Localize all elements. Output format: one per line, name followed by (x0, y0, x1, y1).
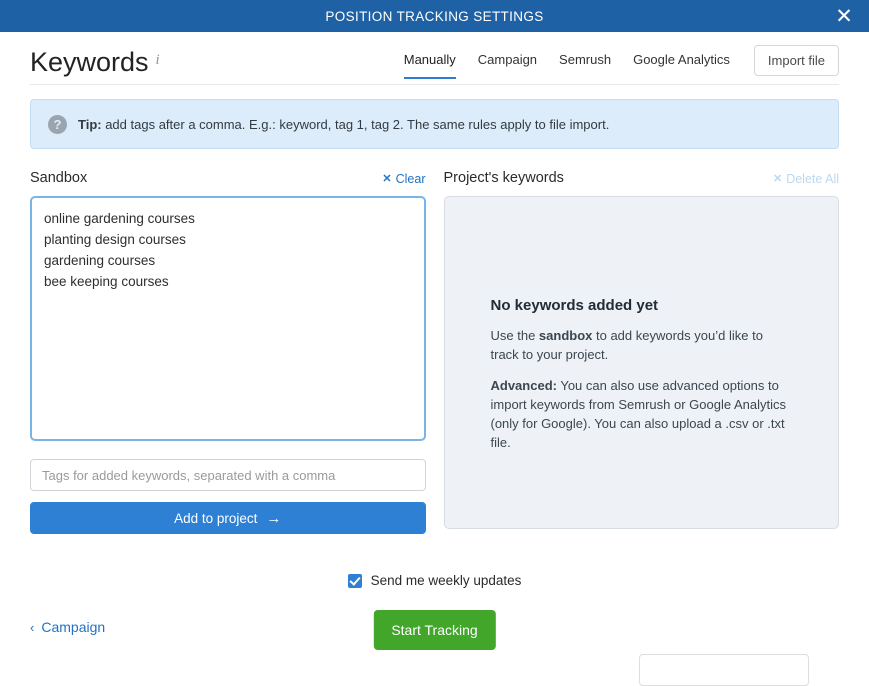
keywords-header: Keywords i Manually Campaign Semrush Goo… (30, 32, 839, 85)
project-keywords-title: Project's keywords (443, 170, 564, 186)
page-title-group: Keywords i (30, 49, 160, 84)
tip-banner: ? Tip: add tags after a comma. E.g.: key… (30, 99, 839, 149)
clear-icon: ✕ (382, 173, 392, 185)
back-to-campaign-label: Campaign (41, 619, 106, 635)
question-mark-icon: ? (48, 114, 67, 134)
start-tracking-button[interactable]: Start Tracking (373, 610, 496, 650)
source-tabs: Manually Campaign Semrush Google Analyti… (403, 45, 839, 84)
project-keywords-header: Project's keywords ✕ Delete All (444, 170, 840, 188)
modal-footer: ‹ Campaign Start Tracking (30, 610, 839, 686)
arrow-right-icon: → (266, 509, 282, 527)
empty-p1-pre: Use the (490, 328, 539, 343)
weekly-updates-checkbox[interactable] (347, 573, 362, 588)
secondary-footer-button[interactable] (639, 654, 809, 686)
empty-state-paragraph-1: Use the sandbox to add keywords you’d li… (491, 326, 793, 364)
empty-p2-bold: Advanced: (490, 378, 557, 393)
sandbox-column: Sandbox ✕ Clear Add to project → (30, 170, 426, 534)
clear-label: Clear (395, 171, 426, 186)
sandbox-title: Sandbox (30, 170, 88, 186)
empty-state-title: No keywords added yet (490, 297, 659, 314)
sandbox-header: Sandbox ✕ Clear (30, 170, 426, 188)
page-title: Keywords (30, 47, 149, 77)
empty-keywords-panel: No keywords added yet Use the sandbox to… (443, 196, 839, 529)
keywords-columns: Sandbox ✕ Clear Add to project → Project… (30, 170, 839, 534)
weekly-updates-label[interactable]: Send me weekly updates (371, 573, 522, 588)
clear-sandbox-button[interactable]: ✕ Clear (382, 172, 425, 186)
modal-title-bar: POSITION TRACKING SETTINGS ✕ (0, 0, 869, 32)
tags-input[interactable] (30, 459, 426, 491)
tip-label: Tip: (78, 116, 102, 132)
tip-text: Tip: add tags after a comma. E.g.: keywo… (78, 117, 609, 132)
modal-body: Keywords i Manually Campaign Semrush Goo… (0, 32, 869, 686)
project-keywords-column: Project's keywords ✕ Delete All No keywo… (443, 170, 840, 534)
empty-state-paragraph-2: Advanced: You can also use advanced opti… (491, 376, 793, 452)
empty-p1-bold: sandbox (538, 328, 593, 343)
tip-body: add tags after a comma. E.g.: keyword, t… (101, 116, 610, 132)
delete-all-icon: ✕ (772, 173, 783, 185)
info-icon[interactable]: i (156, 49, 160, 68)
tab-google-analytics[interactable]: Google Analytics (633, 52, 730, 78)
delete-all-button[interactable]: ✕ Delete All (773, 172, 839, 186)
modal-title: POSITION TRACKING SETTINGS (325, 8, 544, 24)
chevron-left-icon: ‹ (30, 619, 35, 635)
weekly-updates-row: Send me weekly updates (30, 573, 839, 588)
delete-all-label: Delete All (786, 171, 839, 186)
back-to-campaign-link[interactable]: ‹ Campaign (30, 619, 105, 635)
add-to-project-button[interactable]: Add to project → (30, 502, 426, 534)
tab-manually[interactable]: Manually (403, 52, 456, 79)
sandbox-textarea[interactable] (30, 196, 426, 441)
import-file-button[interactable]: Import file (753, 45, 839, 76)
close-icon[interactable]: ✕ (829, 0, 859, 32)
add-to-project-label: Add to project (174, 510, 258, 526)
tab-semrush[interactable]: Semrush (559, 52, 611, 78)
tab-campaign[interactable]: Campaign (478, 52, 537, 78)
